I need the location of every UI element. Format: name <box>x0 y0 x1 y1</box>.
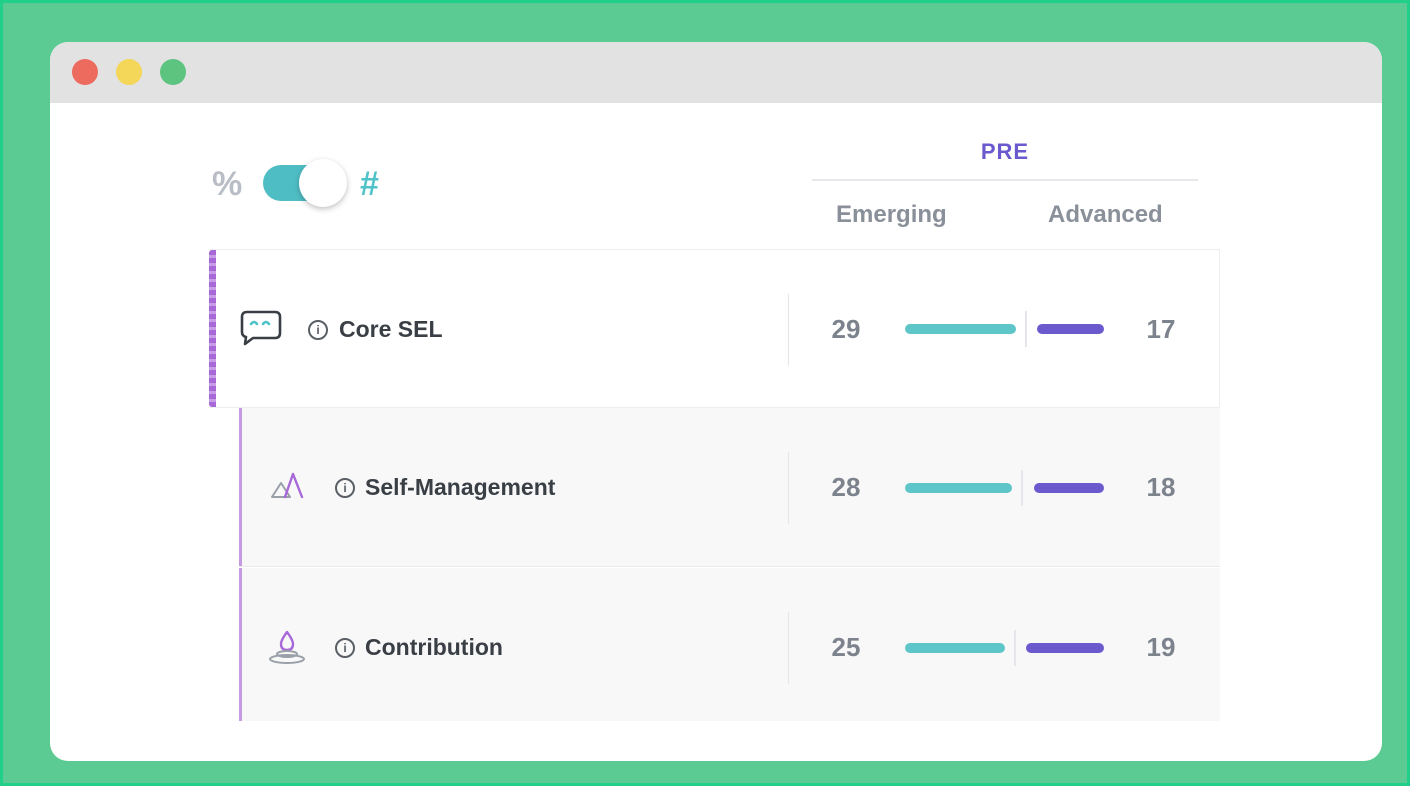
percent-count-toggle[interactable] <box>263 159 347 207</box>
advanced-bar <box>1037 324 1104 334</box>
row-label: Contribution <box>365 634 503 660</box>
table-row-contribution[interactable]: i Contribution 25 19 <box>239 568 1220 721</box>
row-accent-line <box>239 568 242 721</box>
row-label: Self-Management <box>365 474 556 500</box>
bar-center-line <box>1014 630 1016 666</box>
row-divider <box>788 294 789 366</box>
emerging-value: 29 <box>831 314 861 344</box>
advanced-value: 19 <box>1146 632 1176 662</box>
row-divider <box>788 452 789 524</box>
emerging-bar <box>905 483 1012 493</box>
row-divider <box>788 612 789 684</box>
advanced-bar <box>1026 643 1104 653</box>
display-mode-toggle-group: % # <box>212 159 402 209</box>
emerging-value: 25 <box>831 632 861 662</box>
emerging-bar <box>905 643 1005 653</box>
pre-group-label: PRE <box>980 139 1030 164</box>
column-header-advanced: Advanced <box>1048 201 1163 228</box>
droplet-ripple-icon <box>269 630 305 664</box>
pre-group-divider <box>812 179 1198 181</box>
maximize-button[interactable] <box>160 59 186 85</box>
row-accent-line <box>239 408 242 566</box>
toggle-knob[interactable] <box>299 159 347 207</box>
row-label: Core SEL <box>339 316 443 342</box>
close-button[interactable] <box>72 59 98 85</box>
row-accent-stripe <box>209 250 216 407</box>
emerging-value: 28 <box>831 472 861 502</box>
emerging-bar <box>905 324 1016 334</box>
info-icon[interactable]: i <box>335 478 355 498</box>
advanced-value: 18 <box>1146 472 1176 502</box>
bar-center-line <box>1025 311 1027 347</box>
table-row-core-sel[interactable]: i Core SEL 29 17 <box>209 249 1220 408</box>
mountains-icon <box>271 472 304 499</box>
info-icon[interactable]: i <box>308 320 328 340</box>
count-symbol: # <box>360 165 379 203</box>
report-content: % # PRE Emerging Advanced i Core SEL 29 <box>50 103 1382 761</box>
bar-center-line <box>1021 470 1023 506</box>
app-window: % # PRE Emerging Advanced i Core SEL 29 <box>50 42 1382 761</box>
minimize-button[interactable] <box>116 59 142 85</box>
percent-symbol: % <box>212 165 243 203</box>
advanced-value: 17 <box>1146 314 1176 344</box>
advanced-bar <box>1034 483 1104 493</box>
speech-bubble-smile-icon <box>240 310 282 346</box>
column-header-emerging: Emerging <box>836 201 947 228</box>
info-icon[interactable]: i <box>335 638 355 658</box>
table-row-self-management[interactable]: i Self-Management 28 18 <box>239 408 1220 567</box>
title-bar <box>50 42 1382 103</box>
